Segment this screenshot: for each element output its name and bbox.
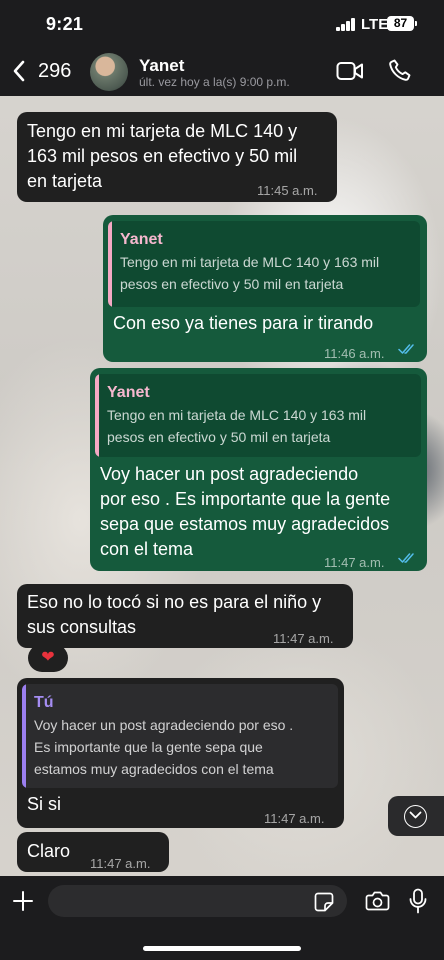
unread-count: 296 bbox=[38, 60, 72, 82]
quote-author: Yanet bbox=[107, 384, 150, 401]
quote-text: Tengo en mi tarjeta de MLC 140 y 163 mil… bbox=[120, 254, 380, 292]
status-bar: 9:21 LTE 87 bbox=[0, 0, 444, 48]
message-text: Con eso ya tienes para ir tirando bbox=[113, 313, 374, 333]
network-label: LTE bbox=[361, 16, 389, 33]
avatar[interactable] bbox=[90, 53, 128, 91]
status-time: 9:21 bbox=[46, 14, 84, 34]
message-time: 11:47 a.m. bbox=[90, 856, 151, 871]
quote-text: Voy hacer un post agradeciendo por eso .… bbox=[34, 717, 294, 777]
quote-bar bbox=[95, 374, 99, 457]
composer-bar bbox=[0, 876, 444, 960]
phone-icon[interactable] bbox=[388, 58, 412, 82]
message-text: Claro bbox=[27, 841, 71, 861]
top-bar: 9:21 LTE 87 296 Yanet últ. vez hoy a la(… bbox=[0, 0, 444, 96]
last-seen: últ. vez hoy a la(s) 9:00 p.m. bbox=[139, 75, 290, 89]
quote-author: Tú bbox=[34, 694, 54, 711]
heart-icon: ❤ bbox=[41, 649, 55, 666]
message-time: 11:45 a.m. bbox=[257, 183, 318, 198]
quote-bar bbox=[108, 221, 112, 307]
message-time: 11:46 a.m. bbox=[324, 346, 385, 361]
message-time: 11:47 a.m. bbox=[324, 555, 385, 570]
quote-bar bbox=[22, 684, 26, 788]
read-receipt-icon bbox=[398, 344, 414, 354]
video-call-icon[interactable] bbox=[336, 61, 364, 81]
message-bubble[interactable]: Eso no lo tocó si no es para el niño y s… bbox=[17, 584, 353, 648]
message-input[interactable] bbox=[48, 885, 347, 917]
back-button[interactable]: 296 bbox=[10, 56, 80, 86]
camera-icon[interactable] bbox=[365, 891, 390, 911]
reaction-badge[interactable]: ❤ bbox=[28, 644, 68, 672]
message-text: Si si bbox=[27, 794, 62, 814]
plus-icon[interactable] bbox=[12, 890, 34, 912]
battery-icon: 87 bbox=[387, 16, 417, 31]
back-chevron-icon bbox=[13, 60, 25, 82]
sticker-icon[interactable] bbox=[314, 892, 334, 912]
mic-icon[interactable] bbox=[409, 888, 427, 914]
home-indicator bbox=[143, 946, 301, 951]
message-bubble[interactable]: Tengo en mi tarjeta de MLC 140 y 163 mil… bbox=[17, 112, 337, 202]
signal-icon bbox=[336, 18, 356, 31]
chat-header: 296 Yanet últ. vez hoy a la(s) 9:00 p.m. bbox=[0, 48, 444, 96]
read-receipt-icon bbox=[398, 553, 414, 563]
quoted-message[interactable]: Yanet Tengo en mi tarjeta de MLC 140 y 1… bbox=[95, 374, 421, 457]
contact-name[interactable]: Yanet bbox=[139, 56, 184, 76]
message-bubble[interactable]: Claro 11:47 a.m. bbox=[17, 832, 169, 872]
quote-text: Tengo en mi tarjeta de MLC 140 y 163 mil… bbox=[107, 407, 367, 445]
message-time: 11:47 a.m. bbox=[273, 631, 334, 646]
message-text: Voy hacer un post agradeciendo por eso .… bbox=[100, 464, 391, 559]
quoted-message[interactable]: Yanet Tengo en mi tarjeta de MLC 140 y 1… bbox=[108, 221, 420, 307]
message-bubble[interactable]: Tú Voy hacer un post agradeciendo por es… bbox=[17, 678, 344, 828]
scroll-to-bottom-button[interactable] bbox=[388, 796, 444, 836]
message-bubble[interactable]: Yanet Tengo en mi tarjeta de MLC 140 y 1… bbox=[103, 215, 427, 362]
message-time: 11:47 a.m. bbox=[264, 811, 325, 826]
chevron-down-icon bbox=[409, 811, 422, 819]
quoted-message[interactable]: Tú Voy hacer un post agradeciendo por es… bbox=[22, 684, 338, 788]
message-bubble[interactable]: Yanet Tengo en mi tarjeta de MLC 140 y 1… bbox=[90, 368, 427, 571]
quote-author: Yanet bbox=[120, 231, 163, 248]
